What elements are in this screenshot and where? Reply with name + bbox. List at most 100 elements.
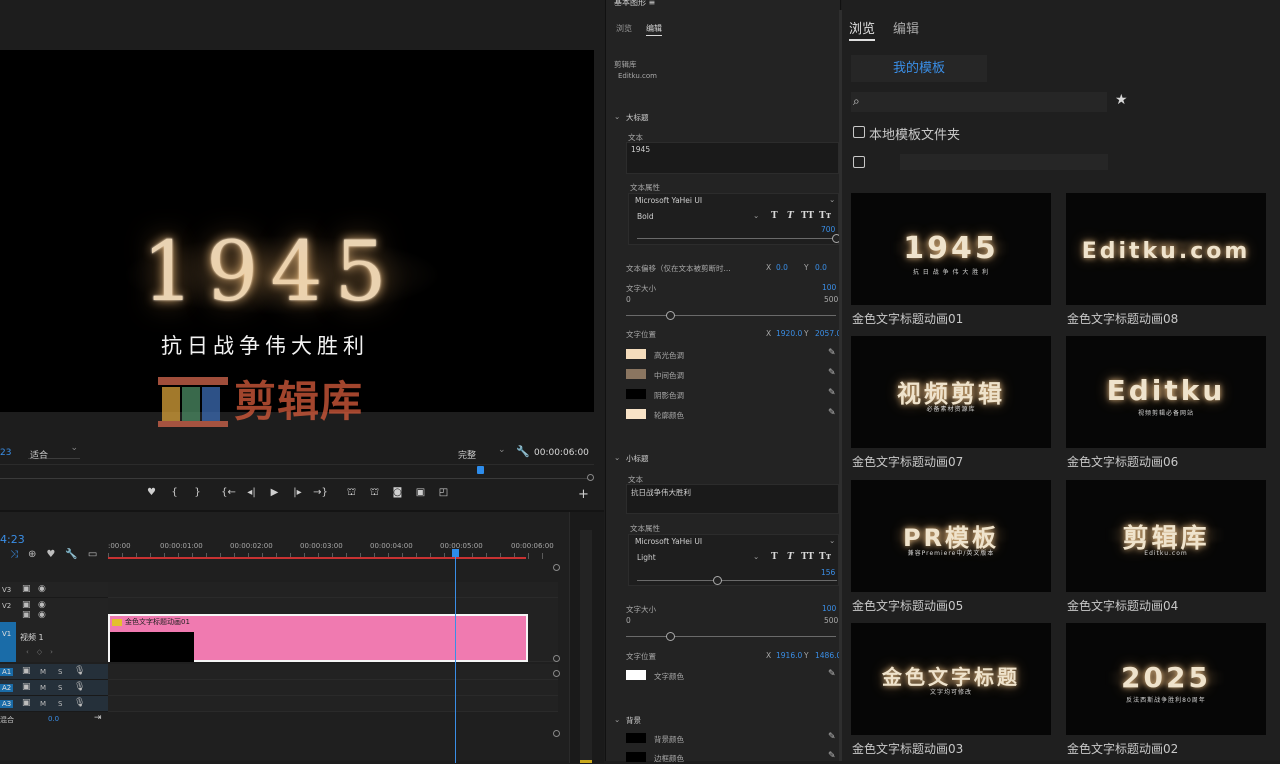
- eye-icon[interactable]: ◉: [38, 610, 46, 620]
- export-frame-icon[interactable]: ◙: [386, 487, 409, 500]
- template-thumbnail[interactable]: 剪辑库 Editku.com: [1066, 480, 1266, 592]
- film-icon[interactable]: ▣: [22, 698, 31, 708]
- chevron-down-icon[interactable]: ⌄: [614, 453, 620, 462]
- italic-button[interactable]: T: [787, 211, 794, 221]
- template-thumbnail[interactable]: 1945 抗 日 战 争 伟 大 胜 利: [851, 193, 1051, 305]
- template-thumbnail[interactable]: Editku.com: [1066, 193, 1266, 305]
- size-slider-knob[interactable]: [666, 311, 675, 320]
- weight-slider-track[interactable]: [637, 580, 837, 581]
- add-marker-icon[interactable]: ♥: [46, 549, 55, 560]
- color-swatch[interactable]: [626, 389, 646, 399]
- position-y-value[interactable]: 2057.0: [815, 329, 841, 338]
- size-value[interactable]: 100: [822, 283, 836, 292]
- timeline-playhead-line[interactable]: [455, 557, 456, 763]
- compare-icon[interactable]: ▣: [409, 487, 432, 500]
- mute-button[interactable]: M: [40, 684, 46, 692]
- film-icon[interactable]: ▣: [22, 610, 31, 620]
- eyedropper-icon[interactable]: ✎: [828, 669, 836, 679]
- size-value[interactable]: 100: [822, 604, 836, 613]
- chevron-down-icon[interactable]: ⌄: [829, 195, 835, 204]
- size-slider-track[interactable]: [626, 315, 836, 316]
- font-weight-value[interactable]: 700: [821, 225, 835, 234]
- work-area-bar[interactable]: [108, 557, 526, 559]
- font-weight-value[interactable]: 156: [821, 568, 835, 577]
- text-color-swatch[interactable]: [626, 670, 646, 680]
- position-x-value[interactable]: 1916.0: [776, 651, 802, 660]
- eyedropper-icon[interactable]: ✎: [828, 408, 836, 418]
- font-dropdown[interactable]: Microsoft YaHei UI: [635, 537, 702, 546]
- title-text-field[interactable]: 1945: [626, 142, 839, 174]
- template-label[interactable]: 金色文字标题动画07: [852, 453, 963, 470]
- eye-icon[interactable]: ◉: [38, 584, 46, 594]
- position-y-value[interactable]: 1486.0: [815, 651, 841, 660]
- template-thumbnail[interactable]: 视频剪辑 必备素材资源库: [851, 336, 1051, 448]
- track-row-v3[interactable]: [108, 582, 558, 598]
- multi-icon[interactable]: ◰: [432, 487, 455, 500]
- step-forward-icon[interactable]: |▸: [286, 487, 309, 500]
- subtitle-text-field[interactable]: 抗日战争伟大胜利: [626, 484, 839, 514]
- timeline-timecode[interactable]: 4:23: [0, 533, 25, 546]
- track-header-a1[interactable]: A1 ▣ M S 🎙: [0, 664, 108, 680]
- size-slider-knob[interactable]: [666, 632, 675, 641]
- wrench-icon[interactable]: 🔧: [516, 445, 530, 458]
- monitor-time-ruler[interactable]: [0, 464, 594, 481]
- template-label[interactable]: 金色文字标题动画01: [852, 310, 963, 327]
- template-thumbnail[interactable]: PR模板 兼容Premiere中/英文版本: [851, 480, 1051, 592]
- weight-slider-track[interactable]: [637, 238, 837, 239]
- chevron-down-icon[interactable]: ⌄: [498, 445, 506, 455]
- offset-y-value[interactable]: 0.0: [815, 263, 827, 272]
- template-label[interactable]: 金色文字标题动画06: [1067, 453, 1178, 470]
- track-row-a3[interactable]: [108, 696, 558, 712]
- go-to-end-icon[interactable]: ⇥: [94, 713, 102, 723]
- section-header-subtitle[interactable]: 小标题: [626, 453, 649, 464]
- section-header-background[interactable]: 背景: [626, 715, 641, 726]
- template-label[interactable]: 金色文字标题动画02: [1067, 740, 1178, 757]
- bold-button[interactable]: T: [771, 552, 778, 562]
- track-header-v1[interactable]: V1 ▣ ◉ 视频 1 ‹◇›: [0, 610, 108, 662]
- all-caps-button[interactable]: TT: [801, 211, 814, 221]
- film-icon[interactable]: ▣: [22, 600, 31, 610]
- microphone-icon[interactable]: 🎙: [74, 682, 85, 692]
- panel-title[interactable]: 基本图形 ≡: [614, 0, 655, 8]
- template-label[interactable]: 金色文字标题动画03: [852, 740, 963, 757]
- template-label[interactable]: 金色文字标题动画05: [852, 597, 963, 614]
- track-row-a1[interactable]: [108, 664, 558, 680]
- film-icon[interactable]: ▣: [22, 682, 31, 692]
- video-preview[interactable]: 1945 抗日战争伟大胜利: [0, 50, 594, 412]
- insert-icon[interactable]: ⛫: [340, 487, 363, 500]
- bold-button[interactable]: T: [771, 211, 778, 221]
- eye-icon[interactable]: ◉: [38, 600, 46, 610]
- italic-button[interactable]: T: [787, 552, 794, 562]
- track-header-a2[interactable]: A2 ▣ M S 🎙: [0, 680, 108, 696]
- play-icon[interactable]: ▶: [263, 487, 286, 500]
- playhead-marker[interactable]: [477, 466, 484, 474]
- solo-button[interactable]: S: [58, 700, 62, 708]
- mark-out-icon[interactable]: }: [186, 487, 209, 500]
- eyedropper-icon[interactable]: ✎: [828, 348, 836, 358]
- overwrite-icon[interactable]: ⛫: [363, 487, 386, 500]
- go-to-in-icon[interactable]: {←: [217, 487, 240, 500]
- position-x-value[interactable]: 1920.0: [776, 329, 802, 338]
- playhead-timecode[interactable]: 23: [0, 448, 11, 458]
- eyedropper-icon[interactable]: ✎: [828, 388, 836, 398]
- track-row-a2[interactable]: [108, 680, 558, 696]
- mark-in-icon[interactable]: {: [163, 487, 186, 500]
- snap-icon[interactable]: ⤨: [10, 549, 18, 560]
- eyedropper-icon[interactable]: ✎: [828, 751, 836, 761]
- solo-button[interactable]: S: [58, 668, 62, 676]
- search-input[interactable]: ⌕: [851, 92, 1107, 112]
- film-icon[interactable]: ▣: [22, 584, 31, 594]
- small-caps-button[interactable]: Tт: [819, 211, 831, 221]
- tab-edit[interactable]: 编辑: [893, 18, 919, 41]
- keyframe-nav[interactable]: ‹◇›: [26, 648, 61, 656]
- scroll-handle-top[interactable]: [553, 564, 560, 571]
- mute-button[interactable]: M: [40, 700, 46, 708]
- scroll-handle-bottom[interactable]: [553, 730, 560, 737]
- source-patch-v1[interactable]: [0, 622, 16, 662]
- timeline-vertical-scrollbar[interactable]: [569, 512, 604, 763]
- secondary-checkbox[interactable]: [853, 156, 865, 168]
- tab-browse[interactable]: 浏览: [616, 23, 632, 36]
- chevron-down-icon[interactable]: ⌄: [753, 552, 759, 561]
- settings-wrench-icon[interactable]: 🔧: [65, 549, 77, 560]
- film-icon[interactable]: ▣: [22, 666, 31, 676]
